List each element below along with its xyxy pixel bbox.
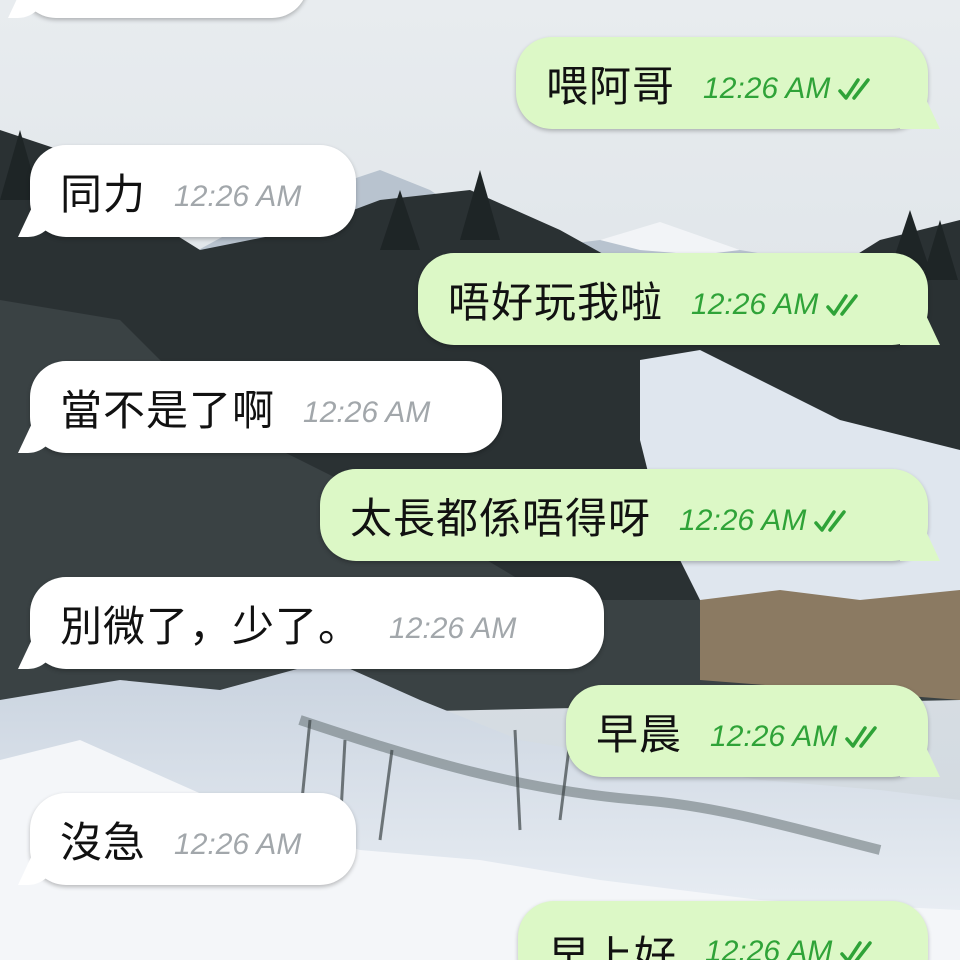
message-bubble-outgoing[interactable]: 唔好玩我啦 12:26 AM — [418, 253, 928, 345]
message-text: 太長都係唔得呀 — [350, 493, 652, 543]
message-meta: 12:26 AM — [691, 288, 870, 322]
message-bubble-incoming-partial — [20, 0, 308, 18]
read-double-check-icon — [840, 941, 873, 960]
chat-transcript[interactable]: 喂阿哥 12:26 AM 同力 12:26 AM 唔好玩我啦 12:26 AM … — [0, 0, 960, 960]
message-meta: 12:26 AM — [174, 180, 301, 214]
message-text: 喂阿哥 — [546, 61, 676, 111]
message-text: 當不是了啊 — [60, 385, 276, 435]
message-time: 12:26 AM — [303, 396, 431, 429]
message-text: 唔好玩我啦 — [448, 277, 664, 327]
message-bubble-outgoing[interactable]: 太長都係唔得呀 12:26 AM — [320, 469, 928, 561]
read-double-check-icon — [845, 726, 878, 748]
message-meta: 12:26 AM — [710, 720, 889, 754]
message-text: 早上好 — [548, 932, 678, 960]
message-meta: 12:26 AM — [703, 72, 882, 106]
message-bubble-incoming[interactable]: 當不是了啊 12:26 AM — [30, 361, 502, 453]
read-double-check-icon — [814, 510, 847, 532]
message-text: 別微了，少了。 — [60, 601, 362, 651]
message-bubble-incoming[interactable]: 沒急 12:26 AM — [30, 793, 356, 885]
message-meta: 12:26 AM — [679, 504, 858, 538]
message-time: 12:26 AM — [174, 180, 302, 213]
read-double-check-icon — [838, 78, 871, 100]
message-time: 12:26 AM — [705, 935, 833, 960]
message-text: 沒急 — [60, 817, 147, 867]
message-bubble-incoming[interactable]: 別微了，少了。 12:26 AM — [30, 577, 604, 669]
message-bubble-outgoing[interactable]: 早上好 12:26 AM — [518, 901, 928, 960]
message-time: 12:26 AM — [703, 72, 831, 105]
message-meta: 12:26 AM — [174, 828, 301, 862]
message-time: 12:26 AM — [691, 288, 819, 321]
message-time: 12:26 AM — [710, 720, 838, 753]
message-text: 同力 — [60, 169, 147, 219]
message-bubble-outgoing[interactable]: 喂阿哥 12:26 AM — [516, 37, 928, 129]
message-bubble-incoming[interactable]: 同力 12:26 AM — [30, 145, 356, 237]
message-bubble-outgoing[interactable]: 早晨 12:26 AM — [566, 685, 928, 777]
message-text: 早晨 — [596, 709, 683, 759]
message-time: 12:26 AM — [389, 612, 517, 645]
message-meta: 12:26 AM — [303, 396, 430, 430]
message-time: 12:26 AM — [679, 504, 807, 537]
message-time: 12:26 AM — [174, 828, 302, 861]
message-meta: 12:26 AM — [389, 612, 516, 646]
read-double-check-icon — [826, 294, 859, 316]
message-meta: 12:26 AM — [705, 935, 884, 960]
